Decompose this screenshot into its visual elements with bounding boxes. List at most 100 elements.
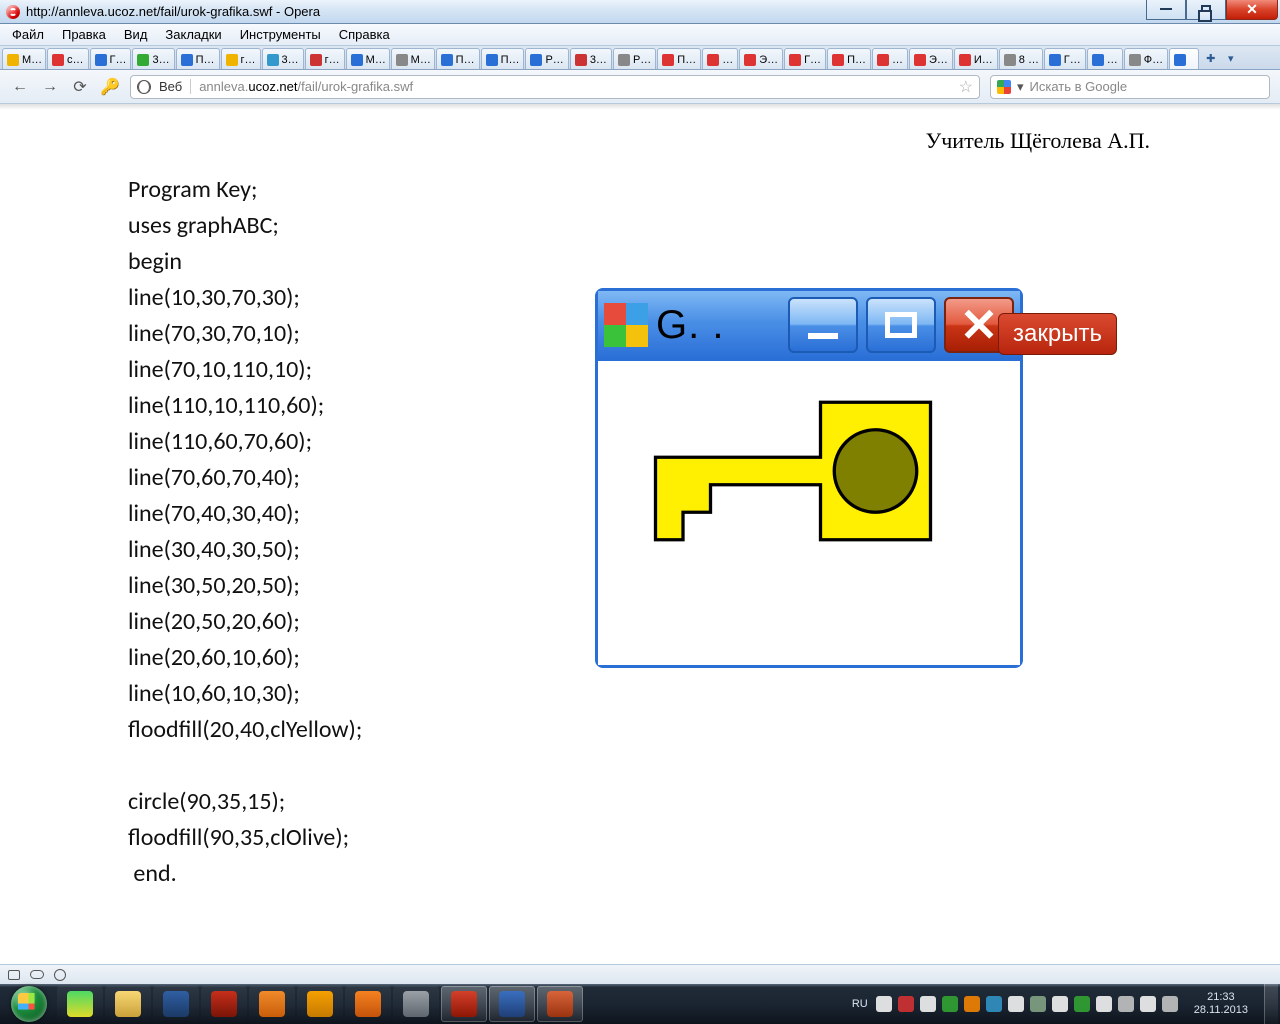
- taskbar-chrome[interactable]: [57, 986, 103, 1022]
- tab-label: П…: [501, 54, 520, 66]
- show-desktop-button[interactable]: [1264, 984, 1278, 1024]
- windows-orb-icon: [11, 986, 47, 1022]
- favicon: [310, 54, 322, 66]
- browser-tab-26[interactable]: Ф…: [1124, 48, 1168, 69]
- start-button[interactable]: [2, 984, 56, 1024]
- window-restore-button[interactable]: [1186, 0, 1226, 20]
- tray-clock[interactable]: 21:33 28.11.2013: [1186, 991, 1256, 1017]
- browser-tab-11[interactable]: П…: [481, 48, 525, 69]
- browser-tab-13[interactable]: 3…: [570, 48, 612, 69]
- window-minimize-button[interactable]: [1146, 0, 1186, 20]
- browser-tab-24[interactable]: Г…: [1044, 48, 1086, 69]
- tray-lang[interactable]: RU: [852, 998, 868, 1010]
- favicon: [486, 54, 498, 66]
- tray-icon-9[interactable]: [1074, 996, 1090, 1012]
- browser-tab-10[interactable]: П…: [436, 48, 480, 69]
- browser-tab-22[interactable]: И…: [954, 48, 998, 69]
- tab-label: Р…: [633, 54, 651, 66]
- browser-tab-23[interactable]: 8 …: [999, 48, 1043, 69]
- tab-list-button[interactable]: ▾: [1223, 48, 1239, 69]
- tray-icon-7[interactable]: [1030, 996, 1046, 1012]
- tab-label: П…: [677, 54, 696, 66]
- favicon: [1092, 54, 1104, 66]
- browser-tab-21[interactable]: Э…: [909, 48, 953, 69]
- search-field[interactable]: ▾ Искать в Google: [990, 75, 1270, 99]
- tray-icon-8[interactable]: [1052, 996, 1068, 1012]
- browser-tab-18[interactable]: Г…: [784, 48, 826, 69]
- nav-wand-button[interactable]: 🔑: [100, 77, 120, 97]
- tray-icon-11[interactable]: [1118, 996, 1134, 1012]
- browser-tab-7[interactable]: г…: [305, 48, 345, 69]
- graphabc-title: G. .: [656, 303, 780, 348]
- tray-icon-6[interactable]: [1008, 996, 1024, 1012]
- browser-tab-4[interactable]: П…: [176, 48, 220, 69]
- taskbar-120[interactable]: [201, 986, 247, 1022]
- nav-forward-button[interactable]: →: [40, 77, 60, 97]
- tray-icon-3[interactable]: [942, 996, 958, 1012]
- browser-tab-14[interactable]: Р…: [613, 48, 656, 69]
- browser-tab-8[interactable]: М…: [346, 48, 390, 69]
- taskbar-word[interactable]: [489, 986, 535, 1022]
- new-tab-button[interactable]: ✚: [1200, 48, 1222, 69]
- bookmark-star-icon[interactable]: ☆: [959, 77, 973, 97]
- tab-label: М…: [411, 54, 431, 66]
- menu-Правка[interactable]: Правка: [54, 25, 114, 44]
- tray-icon-12[interactable]: [1140, 996, 1156, 1012]
- browser-tab-12[interactable]: Р…: [525, 48, 568, 69]
- menu-Файл[interactable]: Файл: [4, 25, 52, 44]
- turbo-icon[interactable]: [54, 969, 66, 981]
- browser-tab-3[interactable]: 3…: [132, 48, 174, 69]
- browser-tab-1[interactable]: с…: [47, 48, 89, 69]
- nav-reload-button[interactable]: ⟳: [70, 77, 90, 97]
- browser-tab-25[interactable]: …: [1087, 48, 1123, 69]
- graphabc-maximize-button[interactable]: [866, 297, 936, 353]
- taskbar-opera[interactable]: [441, 986, 487, 1022]
- browser-tab-5[interactable]: г…: [221, 48, 261, 69]
- tray-icon-4[interactable]: [964, 996, 980, 1012]
- tray-icon-13[interactable]: [1162, 996, 1178, 1012]
- favicon: [707, 54, 719, 66]
- browser-tab-27[interactable]: [1169, 48, 1199, 69]
- tray-icon-2[interactable]: [920, 996, 936, 1012]
- tray-icon-10[interactable]: [1096, 996, 1112, 1012]
- browser-tab-20[interactable]: …: [872, 48, 908, 69]
- taskbar-sm[interactable]: [153, 986, 199, 1022]
- taskbar-app1[interactable]: [249, 986, 295, 1022]
- sync-icon[interactable]: [30, 970, 44, 979]
- menu-Закладки[interactable]: Закладки: [157, 25, 229, 44]
- tab-label: М…: [22, 54, 42, 66]
- browser-tab-9[interactable]: М…: [391, 48, 435, 69]
- browser-tab-16[interactable]: …: [702, 48, 738, 69]
- globe-icon: [137, 80, 151, 94]
- tray-icon-0[interactable]: [876, 996, 892, 1012]
- browser-tab-17[interactable]: Э…: [739, 48, 783, 69]
- browser-tab-0[interactable]: М…: [2, 48, 46, 69]
- chrome-icon: [67, 991, 93, 1017]
- address-field[interactable]: Веб annleva.ucoz.net/fail/urok-grafika.s…: [130, 75, 980, 99]
- browser-tab-19[interactable]: П…: [827, 48, 871, 69]
- browser-tab-2[interactable]: Г…: [90, 48, 132, 69]
- tab-label: Ф…: [1144, 54, 1163, 66]
- menu-Вид[interactable]: Вид: [116, 25, 156, 44]
- window-close-button[interactable]: ✕: [1226, 0, 1278, 20]
- taskbar-ok[interactable]: [345, 986, 391, 1022]
- favicon: [877, 54, 889, 66]
- menu-Инструменты[interactable]: Инструменты: [232, 25, 329, 44]
- tray-icon-1[interactable]: [898, 996, 914, 1012]
- panel-icon[interactable]: [8, 970, 20, 980]
- tray-icon-5[interactable]: [986, 996, 1002, 1012]
- favicon: [351, 54, 363, 66]
- tab-label: Э…: [759, 54, 778, 66]
- browser-tab-15[interactable]: П…: [657, 48, 701, 69]
- app2-icon: [403, 991, 429, 1017]
- browser-tab-6[interactable]: 3…: [262, 48, 304, 69]
- menu-Справка[interactable]: Справка: [331, 25, 398, 44]
- tab-label: 8 …: [1019, 54, 1039, 66]
- taskbar-explorer[interactable]: [105, 986, 151, 1022]
- taskbar-app2[interactable]: [393, 986, 439, 1022]
- taskbar-mail[interactable]: [297, 986, 343, 1022]
- nav-back-button[interactable]: ←: [10, 77, 30, 97]
- sm-icon: [163, 991, 189, 1017]
- graphabc-minimize-button[interactable]: [788, 297, 858, 353]
- taskbar-powerpoint[interactable]: [537, 986, 583, 1022]
